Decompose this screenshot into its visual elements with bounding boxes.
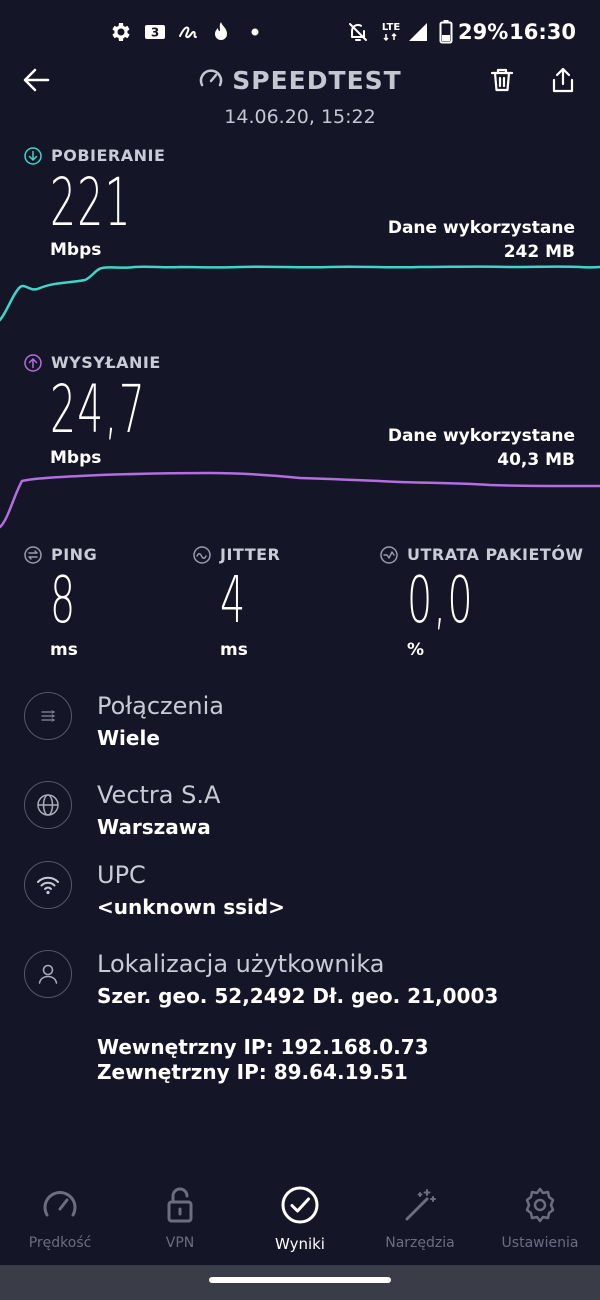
test-date: 14.06.20, 15:22 xyxy=(224,106,376,128)
upload-label: WYSYŁANIE xyxy=(51,353,161,372)
status-bar: 3 LTE 29% 16:30 xyxy=(0,0,600,64)
dot-icon xyxy=(251,28,259,36)
download-speed-value: 221 xyxy=(50,164,132,241)
gear-icon xyxy=(112,23,130,41)
nav-vpn-label: VPN xyxy=(165,1235,195,1251)
network-icon-wrap xyxy=(24,861,72,909)
download-graph xyxy=(0,265,600,322)
globe-icon xyxy=(37,794,59,816)
signature-icon xyxy=(179,26,197,39)
battery-percent: 29% xyxy=(458,20,509,44)
bell-off-icon xyxy=(349,23,367,41)
ping-value: 8 xyxy=(50,564,77,638)
packet-loss-label: UTRATA PAKIETÓW xyxy=(407,545,584,564)
jitter-unit: ms xyxy=(220,640,248,660)
upload-data-used-label: Dane wykorzystane xyxy=(387,426,575,446)
ping-icon xyxy=(24,545,42,564)
connections-value: Wiele xyxy=(97,726,160,750)
user-icon xyxy=(38,964,58,984)
jitter-value: 4 xyxy=(220,564,247,638)
packet-loss-section: UTRATA PAKIETÓW xyxy=(380,545,584,564)
nav-speed-label: Prędkość xyxy=(28,1235,92,1251)
battery-icon xyxy=(439,20,453,44)
upload-arrow-icon xyxy=(24,353,42,372)
signal-icon xyxy=(409,23,427,41)
connections-title: Połączenia xyxy=(97,692,224,720)
download-label: POBIERANIE xyxy=(51,146,166,165)
location-icon-wrap xyxy=(24,950,72,998)
packet-loss-icon xyxy=(380,545,398,564)
jitter-icon xyxy=(193,545,211,564)
share-icon xyxy=(552,67,574,93)
bottom-nav: Prędkość VPN Wyniki Narzędzia Ustawienia xyxy=(0,1175,600,1265)
nav-tools-label: Narzędzia xyxy=(385,1235,455,1251)
download-data-used-label: Dane wykorzystane xyxy=(387,218,575,238)
wand-icon xyxy=(405,1189,436,1221)
ping-unit: ms xyxy=(50,640,78,660)
packet-loss-value: 0,0 xyxy=(407,564,474,638)
svg-text:LTE: LTE xyxy=(382,22,401,33)
download-arrow-icon xyxy=(24,146,42,165)
nav-settings-label: Ustawienia xyxy=(501,1235,579,1251)
jitter-label: JITTER xyxy=(220,545,281,564)
connections-icon xyxy=(41,710,56,722)
network-ssid: <unknown ssid> xyxy=(97,895,285,919)
share-button[interactable] xyxy=(543,60,583,100)
upload-graph xyxy=(0,471,600,529)
delete-button[interactable] xyxy=(482,60,522,100)
jitter-section: JITTER xyxy=(193,545,280,564)
nav-results-label: Wyniki xyxy=(275,1235,325,1253)
provider-icon-wrap xyxy=(24,781,72,829)
provider-location: Warszawa xyxy=(97,815,211,839)
speedometer-icon xyxy=(200,69,223,87)
nav-tools[interactable]: Narzędzia xyxy=(360,1185,480,1251)
trash-icon xyxy=(490,68,514,92)
external-ip: Zewnętrzny IP: 89.64.19.51 xyxy=(97,1060,408,1084)
nav-results[interactable]: Wyniki xyxy=(240,1185,360,1253)
home-indicator[interactable] xyxy=(209,1277,391,1283)
nav-vpn[interactable]: VPN xyxy=(120,1185,240,1251)
packet-loss-unit: % xyxy=(407,640,425,660)
location-coordinates: Szer. geo. 52,2492 Dł. geo. 21,0003 xyxy=(97,984,499,1008)
gear-icon xyxy=(525,1187,555,1223)
nav-speed[interactable]: Prędkość xyxy=(0,1185,120,1251)
download-section-label: POBIERANIE xyxy=(24,146,165,165)
ping-label: PING xyxy=(51,545,98,564)
wifi-icon xyxy=(37,876,59,895)
page-title-text: SPEEDTEST xyxy=(232,66,402,95)
ping-section: PING xyxy=(24,545,97,564)
sim-icon: 3 xyxy=(145,25,165,40)
upload-section-label: WYSYŁANIE xyxy=(24,353,161,372)
network-title: UPC xyxy=(97,861,146,889)
check-circle-icon xyxy=(281,1186,319,1224)
status-time: 16:30 xyxy=(509,20,576,44)
lock-open-icon xyxy=(167,1187,193,1223)
provider-title: Vectra S.A xyxy=(97,781,221,809)
svg-text:3: 3 xyxy=(151,26,159,40)
lte-icon: LTE xyxy=(382,22,401,42)
speedometer-icon xyxy=(43,1191,77,1217)
upload-speed-value: 24,7 xyxy=(50,371,147,448)
connections-icon-wrap xyxy=(24,692,72,740)
fire-icon xyxy=(215,22,227,40)
nav-settings[interactable]: Ustawienia xyxy=(480,1185,600,1251)
internal-ip: Wewnętrzny IP: 192.168.0.73 xyxy=(97,1035,429,1059)
location-title: Lokalizacja użytkownika xyxy=(97,950,385,978)
